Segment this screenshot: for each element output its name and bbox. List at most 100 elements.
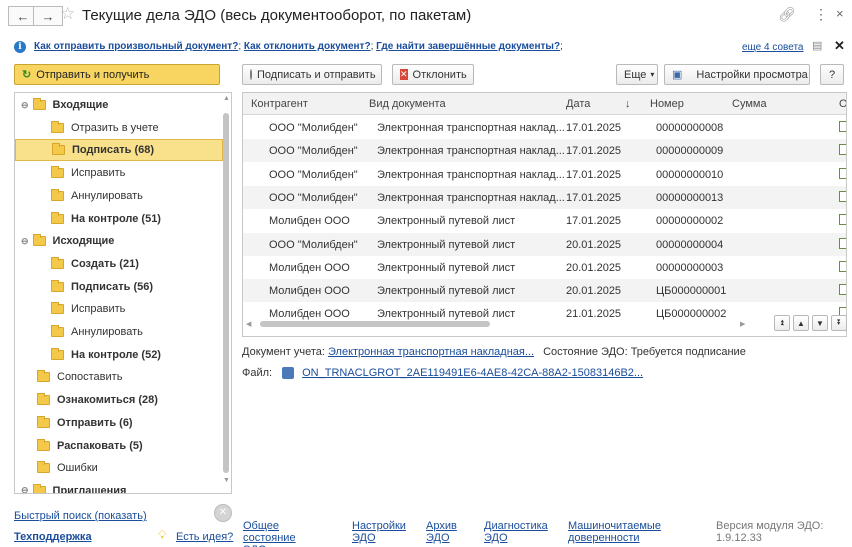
diagnostics-link[interactable]: Диагностика ЭДО xyxy=(484,520,548,544)
table-row[interactable]: ООО "Молибден" Электронная транспортная н… xyxy=(243,185,846,209)
tree-item[interactable]: Подписать (68) xyxy=(15,139,223,162)
collapse-icon[interactable]: ⊖ xyxy=(21,485,29,493)
archive-link[interactable]: Архив ЭДО xyxy=(426,520,462,544)
scroll-up-icon[interactable]: ▲ xyxy=(223,95,230,102)
tree-item[interactable]: Исправить xyxy=(15,298,223,320)
file-line: Файл: ON_TRNACLGROT_2AE119491E6-4AE8-42C… xyxy=(242,367,643,379)
hscroll-thumb[interactable] xyxy=(260,321,490,327)
table-row[interactable]: ООО "Молибден" Электронная транспортная н… xyxy=(243,163,846,186)
idea-link[interactable]: Есть идея? xyxy=(176,531,233,543)
table-row[interactable]: Молибден ООО Электронный путевой лист 20.0… xyxy=(243,279,846,303)
list-icon[interactable]: ▤ xyxy=(812,39,822,52)
tree-item[interactable]: На контроле (51) xyxy=(15,208,223,230)
table-row[interactable]: ООО "Молибден" Электронная транспортная н… xyxy=(243,139,846,163)
col-number[interactable]: Номер xyxy=(650,98,684,110)
more-menu-icon[interactable]: ⋮ xyxy=(814,6,828,23)
send-receive-button[interactable]: ↻ Отправить и получить xyxy=(14,64,220,85)
favorite-star-icon[interactable]: ☆ xyxy=(60,4,75,24)
tree-item[interactable]: Отразить в учете xyxy=(15,117,223,139)
tree-item[interactable]: На контроле (52) xyxy=(15,344,223,366)
quick-search-link[interactable]: Быстрый поиск (показать) xyxy=(14,510,147,522)
col-sum[interactable]: Сумма xyxy=(732,98,767,110)
state-label: Состояние ЭДО: xyxy=(543,346,628,358)
help-button[interactable]: ? xyxy=(820,64,844,85)
document-icon xyxy=(839,167,846,179)
clear-search-icon[interactable]: ✕ xyxy=(214,504,232,522)
view-settings-label: Настройки просмотра xyxy=(696,68,808,81)
tip-link-completed[interactable]: Где найти завершённые документы? xyxy=(376,41,560,52)
link-icon[interactable]: 🔗︎ xyxy=(778,6,796,23)
folder-icon xyxy=(51,347,64,360)
table-row[interactable]: Молибден ООО Электронный путевой лист 20.0… xyxy=(243,256,846,279)
tree-item[interactable]: Создать (21) xyxy=(15,253,223,275)
folder-icon xyxy=(32,98,46,110)
table-row[interactable]: Молибден ООО Электронный путевой лист 17.0… xyxy=(243,209,846,232)
tree-item[interactable]: Аннулировать xyxy=(15,185,223,207)
tree-item[interactable]: Ошибки xyxy=(15,457,223,479)
close-tips-icon[interactable]: ✕ xyxy=(834,38,845,54)
help-label: ? xyxy=(828,68,836,81)
folder-tree[interactable]: ⊖ Входящие Отразить в учете Подписать (68) И… xyxy=(14,92,232,494)
folder-icon xyxy=(51,120,64,133)
col-counterparty[interactable]: Контрагент xyxy=(251,98,308,110)
col-extra[interactable]: О xyxy=(839,98,846,110)
lightbulb-icon: 💡︎ xyxy=(158,528,167,542)
document-icon xyxy=(839,214,846,226)
tip-link-reject[interactable]: Как отклонить документ? xyxy=(244,41,371,52)
tree-item-label: Исправить xyxy=(71,167,126,180)
tree-item[interactable]: Отправить (6) xyxy=(15,412,223,434)
tree-item-label: Распаковать (5) xyxy=(57,439,143,452)
tree-item[interactable]: ⊖ Приглашения xyxy=(15,480,223,493)
cell-date: 17.01.2025 xyxy=(566,145,622,158)
file-link[interactable]: ON_TRNACLGROT_2AE119491E6-4AE8-42CA-88A2… xyxy=(302,367,643,379)
col-date[interactable]: Дата xyxy=(566,98,590,110)
scroll-right-icon[interactable]: ▶ xyxy=(740,320,745,328)
power-of-attorney-link[interactable]: Машиночитаемые доверенности xyxy=(568,520,666,544)
document-icon xyxy=(839,190,846,202)
settings-link[interactable]: Настройки ЭДО xyxy=(352,520,408,544)
table-row[interactable]: ООО "Молибден" Электронная транспортная н… xyxy=(243,116,846,139)
tree-item[interactable]: Аннулировать xyxy=(15,321,223,343)
collapse-icon[interactable]: ⊖ xyxy=(21,236,29,247)
doc-link[interactable]: Электронная транспортная накладная... xyxy=(328,346,534,358)
folder-icon xyxy=(51,279,64,292)
scroll-left-icon[interactable]: ◀ xyxy=(246,320,251,328)
arrow-left-icon: ← xyxy=(16,8,30,24)
view-settings-button[interactable]: ▣ Настройки просмотра xyxy=(664,64,810,85)
tip-link-send-arbitrary[interactable]: Как отправить произвольный документ? xyxy=(34,41,238,52)
tree-item-label: Аннулировать xyxy=(71,189,143,202)
scroll-down-icon[interactable]: ▼ xyxy=(223,477,230,484)
more-tips-link[interactable]: еще 4 совета xyxy=(742,42,804,53)
tree-scroll-thumb[interactable] xyxy=(223,113,229,473)
collapse-icon[interactable]: ⊖ xyxy=(21,100,29,111)
forward-button[interactable]: → xyxy=(33,6,63,26)
state-value: Требуется подписание xyxy=(630,346,746,358)
move-down-button[interactable]: ▼ xyxy=(812,315,828,331)
support-link[interactable]: Техподдержка xyxy=(14,531,92,543)
tree-item-label: Аннулировать xyxy=(71,326,143,338)
move-first-button[interactable]: ⏫︎ xyxy=(774,315,790,331)
cell-counterparty: ООО "Молибден" xyxy=(269,168,358,181)
tree-item[interactable]: Подписать (56) xyxy=(15,276,223,298)
move-last-button[interactable]: ⏬︎ xyxy=(831,315,847,331)
more-button[interactable]: Еще ▾ xyxy=(616,64,658,85)
cell-number: 00000000002 xyxy=(656,215,724,228)
tree-item[interactable]: Сопоставить xyxy=(15,366,223,388)
sign-send-button[interactable]: Подписать и отправить xyxy=(242,64,382,85)
arrow-right-icon: → xyxy=(41,8,55,24)
tree-item[interactable]: ⊖ Входящие xyxy=(15,94,223,116)
general-state-link[interactable]: Общее состояние ЭДО xyxy=(243,520,313,547)
reject-button[interactable]: ✕ Отклонить xyxy=(392,64,474,85)
tree-item[interactable]: Распаковать (5) xyxy=(15,435,223,457)
reject-label: Отклонить xyxy=(412,68,467,81)
tree-item[interactable]: Исправить xyxy=(15,162,223,184)
tree-item[interactable]: Ознакомиться (28) xyxy=(15,389,223,411)
tree-item[interactable]: ⊖ Исходящие xyxy=(15,230,223,252)
close-window-icon[interactable]: × xyxy=(836,6,844,21)
reject-icon: ✕ xyxy=(400,69,408,80)
table-row[interactable]: ООО "Молибден" Электронный путевой лист 20… xyxy=(243,232,846,256)
move-up-button[interactable]: ▲ xyxy=(793,315,809,331)
tree-scrollbar[interactable]: ▲ ▼ xyxy=(222,95,230,490)
col-doc-type[interactable]: Вид документа xyxy=(369,98,446,110)
table-hscrollbar[interactable]: ◀ ▶ xyxy=(246,318,748,330)
